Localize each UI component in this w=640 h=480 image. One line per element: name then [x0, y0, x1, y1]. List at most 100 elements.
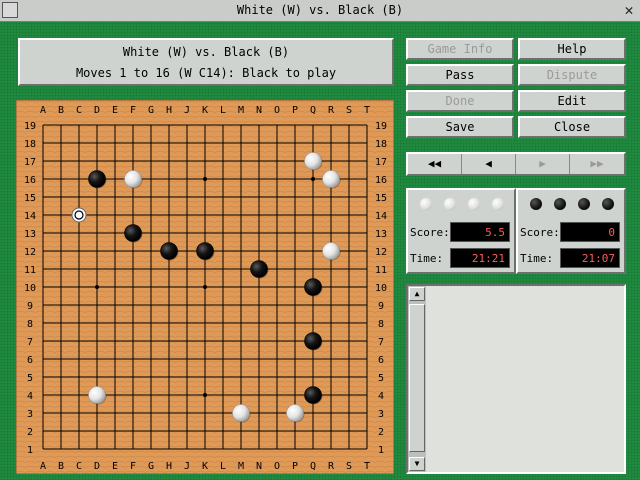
row-label: 3 — [378, 409, 384, 420]
row-label: 19 — [375, 121, 387, 132]
game-title: White (W) vs. Black (B) — [122, 45, 290, 59]
white-capture-stone — [492, 198, 504, 210]
white-stone — [232, 404, 250, 422]
last-icon: ▶▶ — [590, 157, 604, 170]
column-label: O — [274, 461, 280, 472]
column-label: J — [184, 461, 190, 472]
black-stone — [88, 170, 106, 188]
row-label: 7 — [27, 337, 33, 348]
column-label: Q — [310, 105, 316, 116]
column-label: Q — [310, 461, 316, 472]
first-move-button[interactable]: ◀◀ — [408, 154, 462, 174]
scroll-thumb[interactable] — [409, 304, 425, 452]
white-player-panel: Score: 5.5 Time: 21:21 — [406, 188, 516, 274]
scroll-down-icon[interactable]: ▼ — [409, 457, 425, 471]
go-board-canvas[interactable]: AABBCCDDEEFFGGHHJJKKLLMMNNOOPPQQRRSSTT19… — [15, 99, 395, 475]
window-close-icon[interactable]: ✕ — [621, 1, 637, 19]
last-move-button[interactable]: ▶▶ — [570, 154, 624, 174]
white-captures — [420, 198, 510, 212]
row-label: 7 — [378, 337, 384, 348]
save-button[interactable]: Save — [406, 116, 514, 138]
row-label: 5 — [378, 373, 384, 384]
column-label: N — [256, 461, 262, 472]
star-point — [311, 177, 315, 181]
row-label: 8 — [27, 319, 33, 330]
black-capture-stone — [530, 198, 542, 210]
column-label: N — [256, 105, 262, 116]
row-label: 10 — [375, 283, 387, 294]
close-button[interactable]: Close — [518, 116, 626, 138]
white-stone — [88, 386, 106, 404]
black-time-label: Time: — [520, 252, 554, 265]
previous-move-button[interactable]: ◀ — [462, 154, 516, 174]
next-move-button[interactable]: ▶ — [516, 154, 570, 174]
done-button[interactable]: Done — [406, 90, 514, 112]
black-stone — [160, 242, 178, 260]
column-label: M — [238, 461, 244, 472]
row-label: 6 — [378, 355, 384, 366]
row-label: 12 — [375, 247, 387, 258]
column-label: T — [364, 461, 370, 472]
edit-button[interactable]: Edit — [518, 90, 626, 112]
row-label: 10 — [24, 283, 36, 294]
black-capture-stone — [602, 198, 614, 210]
help-button[interactable]: Help — [518, 38, 626, 60]
black-player-panel: Score: 0 Time: 21:07 — [516, 188, 626, 274]
row-label: 11 — [375, 265, 387, 276]
row-label: 4 — [27, 391, 33, 402]
row-label: 9 — [27, 301, 33, 312]
white-stone — [304, 152, 322, 170]
column-label: A — [40, 461, 46, 472]
row-label: 19 — [24, 121, 36, 132]
column-label: A — [40, 105, 46, 116]
column-label: H — [166, 105, 172, 116]
black-stone — [196, 242, 214, 260]
black-captures — [530, 198, 620, 212]
column-label: S — [346, 105, 352, 116]
row-label: 18 — [375, 139, 387, 150]
column-label: R — [328, 461, 335, 472]
column-label: P — [292, 461, 298, 472]
white-score-value: 5.5 — [450, 222, 510, 242]
row-label: 2 — [27, 427, 33, 438]
row-label: 16 — [24, 175, 36, 186]
column-label: T — [364, 105, 370, 116]
scroll-up-icon[interactable]: ▲ — [409, 287, 425, 301]
column-label: B — [58, 461, 64, 472]
window-title: White (W) vs. Black (B) — [236, 3, 404, 17]
row-label: 14 — [24, 211, 36, 222]
go-board[interactable]: A A B B C C D D E E F F G G H H J J K K L L M M N N O O P P Q Q R R S S T T 19… — [15, 99, 395, 475]
white-stone — [322, 170, 340, 188]
last-move-stone — [71, 207, 87, 223]
white-score-label: Score: — [410, 226, 450, 239]
first-icon: ◀◀ — [427, 157, 442, 170]
star-point — [95, 285, 99, 289]
game-info-button[interactable]: Game Info — [406, 38, 514, 60]
black-stone — [250, 260, 268, 278]
column-label: H — [166, 461, 172, 472]
row-label: 5 — [27, 373, 33, 384]
column-label: D — [94, 461, 100, 472]
row-label: 16 — [375, 175, 387, 186]
row-label: 13 — [375, 229, 387, 240]
column-label: L — [220, 105, 226, 116]
white-capture-stone — [420, 198, 432, 210]
next-icon: ▶ — [539, 157, 546, 170]
move-navigation: ◀◀ ◀ ▶ ▶▶ — [406, 152, 626, 176]
column-label: C — [76, 461, 82, 472]
black-score-value: 0 — [560, 222, 620, 242]
column-label: O — [274, 105, 280, 116]
row-label: 1 — [27, 445, 33, 456]
message-scrollbar[interactable]: ▲ ▼ — [408, 286, 426, 472]
black-time-value: 21:07 — [560, 248, 620, 268]
white-time-value: 21:21 — [450, 248, 510, 268]
star-point — [203, 393, 207, 397]
window-titlebar: White (W) vs. Black (B) ✕ — [0, 0, 640, 22]
pass-button[interactable]: Pass — [406, 64, 514, 86]
column-label: G — [148, 461, 154, 472]
row-label: 18 — [24, 139, 36, 150]
column-label: F — [130, 105, 136, 116]
row-label: 15 — [24, 193, 36, 204]
message-list[interactable]: ▲ ▼ — [406, 284, 626, 474]
dispute-button[interactable]: Dispute — [518, 64, 626, 86]
